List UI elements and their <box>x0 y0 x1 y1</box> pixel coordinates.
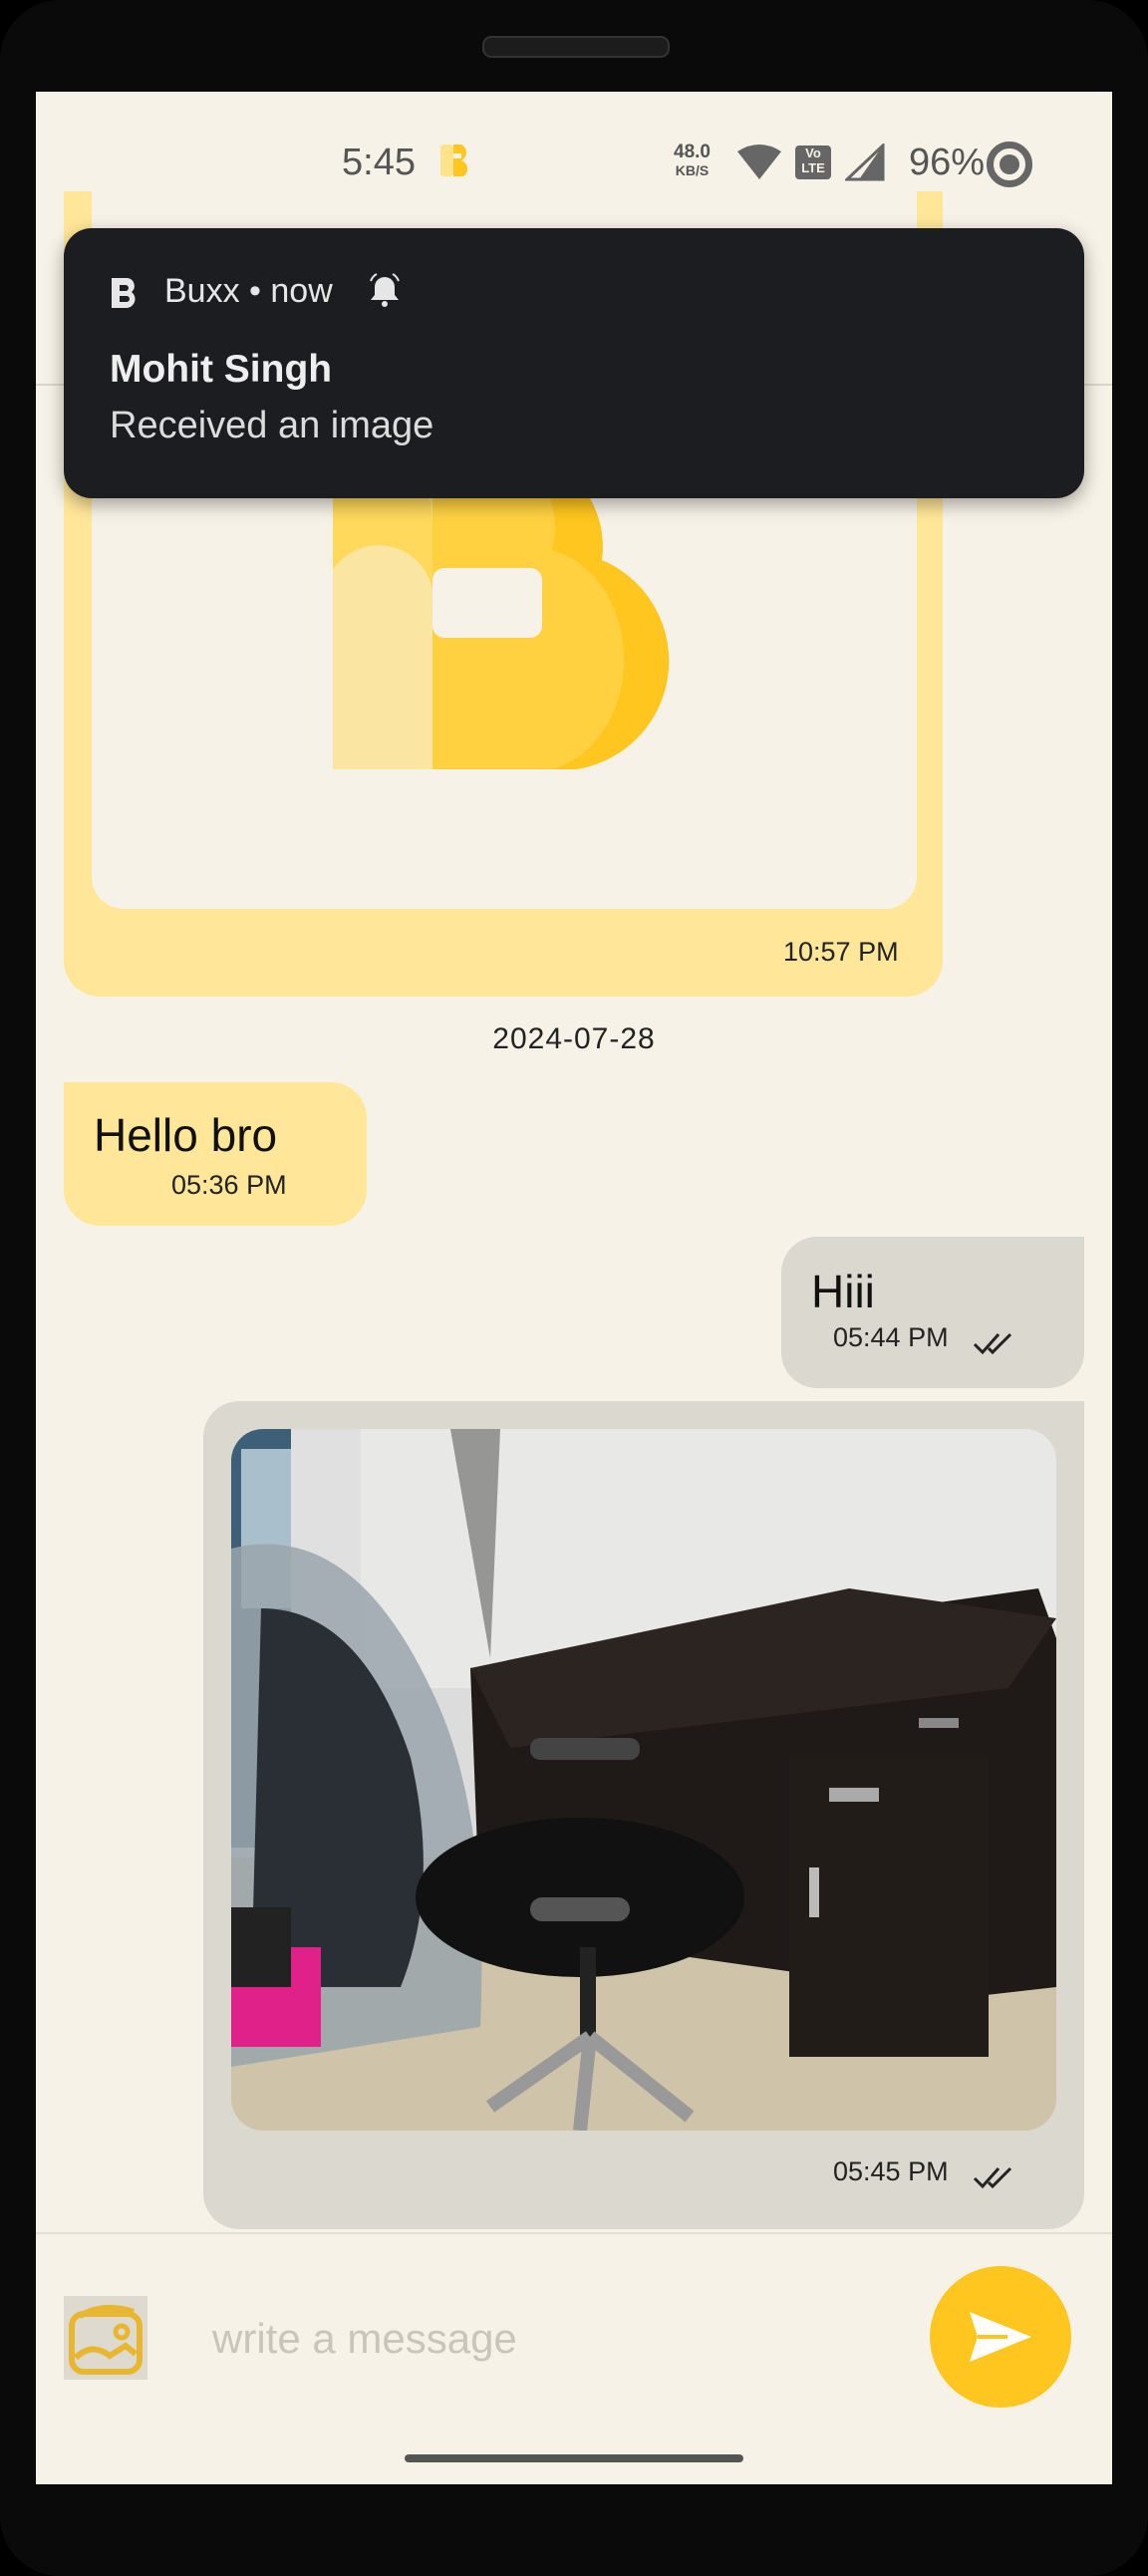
home-indicator[interactable] <box>405 2454 743 2462</box>
earpiece-speaker <box>482 36 670 58</box>
message-time: 05:36 PM <box>171 1170 287 1200</box>
date-separator: 2024-07-28 <box>492 1022 656 1055</box>
notification-text: Received an image <box>110 405 434 446</box>
notification-banner[interactable]: Buxx • now Mohit Singh Received an image <box>64 228 1084 498</box>
message-time: 05:45 PM <box>833 2156 949 2186</box>
gallery-button[interactable] <box>64 2296 147 2380</box>
bell-icon <box>370 273 400 307</box>
buxx-notification-icon <box>112 278 136 308</box>
double-check-icon <box>973 2166 1012 2189</box>
sent-photo[interactable] <box>231 1429 1056 2131</box>
net-speed-unit: KB/S <box>675 162 710 178</box>
incoming-text-message[interactable]: Hello bro 05:36 PM <box>64 1082 367 1226</box>
photo-desk-chair <box>231 1429 1056 2131</box>
send-icon <box>970 2312 1031 2362</box>
wifi-icon <box>737 144 781 179</box>
send-button[interactable] <box>930 2266 1071 2408</box>
buxx-logo-image <box>333 450 670 769</box>
composer-divider <box>36 2232 1112 2234</box>
status-time: 5:45 <box>342 142 416 183</box>
image-gallery-icon <box>69 2304 143 2375</box>
outgoing-text-message[interactable]: Hiii 05:44 PM <box>781 1237 1084 1388</box>
volte-icon: Vo LTE <box>795 145 831 179</box>
message-time: 10:57 PM <box>783 937 899 967</box>
notification-title: Mohit Singh <box>110 348 333 391</box>
message-text: Hiii <box>811 1266 875 1317</box>
network-speed: 48.0 KB/S <box>674 143 711 179</box>
notification-app-name: Buxx • now <box>164 272 333 310</box>
message-time: 05:44 PM <box>833 1322 949 1352</box>
message-input[interactable] <box>210 2308 912 2370</box>
cell-signal-icon <box>845 143 885 181</box>
buxx-app-icon <box>440 144 468 176</box>
phone-frame: 5:45 48.0 KB/S Vo LTE 96% 10:57 PM 2024-… <box>0 0 1148 2576</box>
battery-percent: 96% <box>909 142 986 183</box>
message-text: Hello bro <box>94 1109 278 1161</box>
outgoing-image-message[interactable]: 05:45 PM <box>203 1401 1084 2229</box>
battery-icon <box>987 142 1032 187</box>
chat-screen: 5:45 48.0 KB/S Vo LTE 96% 10:57 PM 2024-… <box>36 92 1112 2484</box>
net-speed-value: 48.0 <box>674 142 711 162</box>
double-check-icon <box>973 1332 1012 1355</box>
